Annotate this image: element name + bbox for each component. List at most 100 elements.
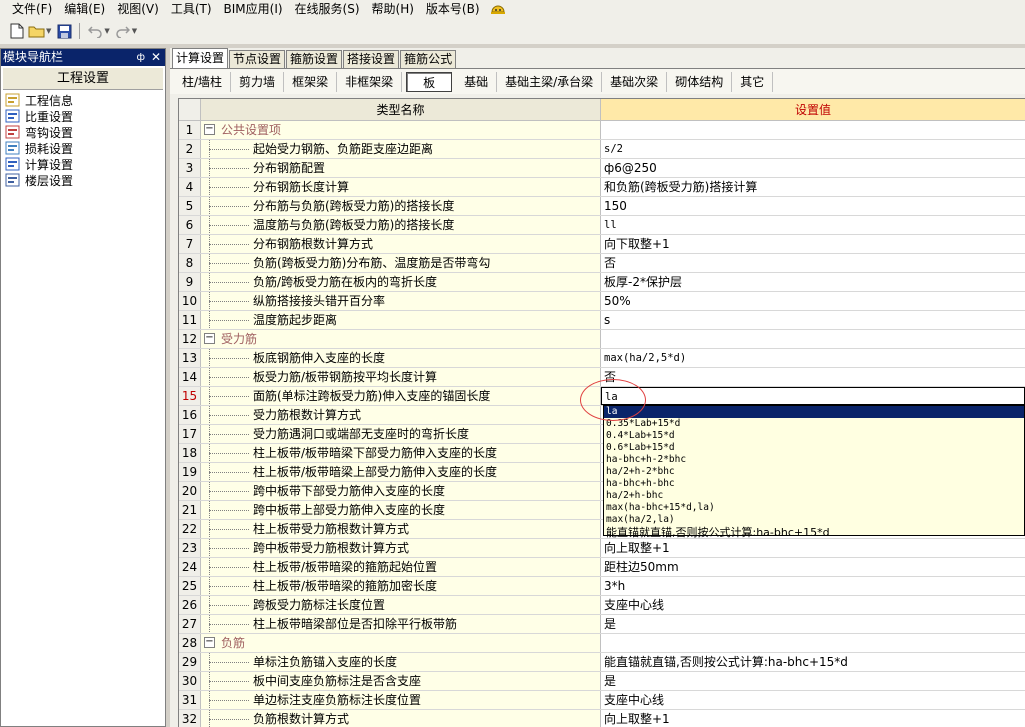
menu-item[interactable]: 文件(F) [6, 1, 58, 17]
row-value[interactable]: max(ha/2,5*d) [601, 349, 1025, 367]
row-name-cell[interactable]: 跨中板带受力筋根数计算方式 [201, 539, 601, 557]
row-name-cell[interactable]: 受力筋根数计算方式 [201, 406, 601, 424]
table-row[interactable]: 24 柱上板带/板带暗梁的箍筋起始位置 距柱边50mm [179, 558, 1025, 577]
table-row[interactable]: 32 负筋根数计算方式 向上取整+1 [179, 710, 1025, 727]
collapse-icon[interactable]: − [204, 333, 215, 344]
row-value[interactable]: s/2 [601, 140, 1025, 158]
nav-item-2[interactable]: 弯钩设置 [5, 124, 161, 140]
subtab-0[interactable]: 柱/墙柱 [174, 71, 232, 92]
close-icon[interactable]: ✕ [151, 49, 161, 66]
table-row[interactable]: 5 分布筋与负筋(跨板受力筋)的搭接长度 150 [179, 197, 1025, 216]
row-value[interactable]: 是 [601, 615, 1025, 633]
row-value[interactable]: 50% [601, 292, 1025, 310]
tab-0[interactable]: 计算设置 [172, 48, 229, 68]
table-row[interactable]: 8 负筋(跨板受力筋)分布筋、温度筋是否带弯勾 否 [179, 254, 1025, 273]
row-name-cell[interactable]: 分布钢筋配置 [201, 159, 601, 177]
nav-item-4[interactable]: 计算设置 [5, 156, 161, 172]
table-row[interactable]: 2 起始受力钢筋、负筋距支座边距离 s/2 [179, 140, 1025, 159]
dropdown-option[interactable]: la [604, 406, 1024, 418]
dropdown-option[interactable]: 0.35*Lab+15*d [604, 418, 1024, 430]
nav-item-3[interactable]: 损耗设置 [5, 140, 161, 156]
pin-icon[interactable]: ф [136, 49, 145, 66]
redo-dropdown-icon[interactable]: ▼ [132, 27, 137, 35]
tab-3[interactable]: 搭接设置 [343, 50, 400, 68]
table-row[interactable]: 11 温度筋起步距离 s [179, 311, 1025, 330]
row-name-cell[interactable]: 柱上板带/板带暗梁下部受力筋伸入支座的长度 [201, 444, 601, 462]
row-name-cell[interactable]: − 负筋 [201, 634, 601, 652]
collapse-icon[interactable]: − [204, 637, 215, 648]
row-value[interactable]: 向上取整+1 [601, 539, 1025, 557]
row-name-cell[interactable]: 负筋根数计算方式 [201, 710, 601, 727]
row-value[interactable]: 是 [601, 672, 1025, 690]
dropdown-option[interactable]: ha-bhc+h-2*bhc [604, 454, 1024, 466]
menu-item[interactable]: 在线服务(S) [289, 1, 366, 17]
row-name-cell[interactable]: 柱上板带暗梁部位是否扣除平行板带筋 [201, 615, 601, 633]
row-value[interactable]: 距柱边50mm [601, 558, 1025, 576]
row-value[interactable]: 支座中心线 [601, 596, 1025, 614]
subtab-7[interactable]: 基础次梁 [602, 71, 668, 92]
row-value[interactable]: ф6@250 [601, 159, 1025, 177]
row-name-cell[interactable]: 面筋(单标注跨板受力筋)伸入支座的锚固长度 [201, 387, 601, 405]
row-name-cell[interactable]: 板底钢筋伸入支座的长度 [201, 349, 601, 367]
table-row[interactable]: 14 板受力筋/板带钢筋按平均长度计算 否 [179, 368, 1025, 387]
subtab-9[interactable]: 其它 [732, 71, 774, 92]
row-value[interactable]: ll [601, 216, 1025, 234]
row-value[interactable] [601, 330, 1025, 348]
menu-item[interactable]: 编辑(E) [58, 1, 111, 17]
row-name-cell[interactable]: 跨板受力筋标注长度位置 [201, 596, 601, 614]
row-name-cell[interactable]: 柱上板带/板带暗梁的箍筋起始位置 [201, 558, 601, 576]
row-value[interactable]: 否 [601, 254, 1025, 272]
collapse-icon[interactable]: − [204, 124, 215, 135]
row-name-cell[interactable]: 温度筋与负筋(跨板受力筋)的搭接长度 [201, 216, 601, 234]
row-name-cell[interactable]: 受力筋遇洞口或端部无支座时的弯折长度 [201, 425, 601, 443]
table-row[interactable]: 6 温度筋与负筋(跨板受力筋)的搭接长度 ll [179, 216, 1025, 235]
group-row[interactable]: 1− 公共设置项 [179, 121, 1025, 140]
table-row[interactable]: 10 纵筋搭接接头错开百分率 50% [179, 292, 1025, 311]
table-row[interactable]: 13 板底钢筋伸入支座的长度 max(ha/2,5*d) [179, 349, 1025, 368]
open-folder-icon[interactable] [28, 22, 46, 40]
nav-item-5[interactable]: 楼层设置 [5, 172, 161, 188]
menu-item[interactable]: 帮助(H) [366, 1, 420, 17]
subtab-5[interactable]: 基础 [456, 71, 498, 92]
tab-1[interactable]: 节点设置 [229, 50, 286, 68]
row-name-cell[interactable]: 起始受力钢筋、负筋距支座边距离 [201, 140, 601, 158]
open-dropdown-icon[interactable]: ▼ [46, 27, 51, 35]
row-name-cell[interactable]: 分布筋与负筋(跨板受力筋)的搭接长度 [201, 197, 601, 215]
undo-dropdown-icon[interactable]: ▼ [104, 27, 109, 35]
menu-item[interactable]: 视图(V) [111, 1, 165, 17]
row-name-cell[interactable]: 纵筋搭接接头错开百分率 [201, 292, 601, 310]
row-name-cell[interactable]: 柱上板带/板带暗梁的箍筋加密长度 [201, 577, 601, 595]
value-dropdown-list[interactable]: la 0.35*Lab+15*d 0.4*Lab+15*d 0.6*Lab+15*d h… [603, 405, 1025, 539]
group-row[interactable]: 12− 受力筋 [179, 330, 1025, 349]
dropdown-option[interactable]: max(ha/2,la) [604, 514, 1024, 526]
row-value[interactable] [601, 634, 1025, 652]
group-row[interactable]: 28− 负筋 [179, 634, 1025, 653]
undo-icon[interactable] [86, 22, 104, 40]
row-name-cell[interactable]: 板中间支座负筋标注是否含支座 [201, 672, 601, 690]
row-name-cell[interactable]: 跨中板带下部受力筋伸入支座的长度 [201, 482, 601, 500]
table-row[interactable]: 4 分布钢筋长度计算 和负筋(跨板受力筋)搭接计算 [179, 178, 1025, 197]
table-row[interactable]: 26 跨板受力筋标注长度位置 支座中心线 [179, 596, 1025, 615]
table-row[interactable]: 30 板中间支座负筋标注是否含支座 是 [179, 672, 1025, 691]
row-name-cell[interactable]: 柱上板带/板带暗梁上部受力筋伸入支座的长度 [201, 463, 601, 481]
table-row[interactable]: 27 柱上板带暗梁部位是否扣除平行板带筋 是 [179, 615, 1025, 634]
row-value[interactable]: 3*h [601, 577, 1025, 595]
row-value[interactable] [601, 121, 1025, 139]
row-name-cell[interactable]: 柱上板带受力筋根数计算方式 [201, 520, 601, 538]
row-name-cell[interactable]: 分布钢筋长度计算 [201, 178, 601, 196]
dropdown-option[interactable]: ha/2+h-bhc [604, 490, 1024, 502]
row-name-cell[interactable]: 单标注负筋锚入支座的长度 [201, 653, 601, 671]
dropdown-option[interactable]: max(ha-bhc+15*d,la) [604, 502, 1024, 514]
row-value[interactable]: 否 [601, 368, 1025, 386]
row-value[interactable]: 支座中心线 [601, 691, 1025, 709]
table-row[interactable]: 31 单边标注支座负筋标注长度位置 支座中心线 [179, 691, 1025, 710]
column-header-value[interactable]: 设置值 [601, 99, 1025, 120]
row-value[interactable]: 向上取整+1 [601, 710, 1025, 727]
row-name-cell[interactable]: − 公共设置项 [201, 121, 601, 139]
new-file-icon[interactable] [8, 22, 26, 40]
table-row[interactable]: 7 分布钢筋根数计算方式 向下取整+1 [179, 235, 1025, 254]
menu-item[interactable]: BIM应用(I) [218, 1, 289, 17]
subtab-2[interactable]: 框架梁 [284, 71, 338, 92]
subtab-3[interactable]: 非框架梁 [337, 71, 403, 92]
subtab-1[interactable]: 剪力墙 [231, 71, 285, 92]
